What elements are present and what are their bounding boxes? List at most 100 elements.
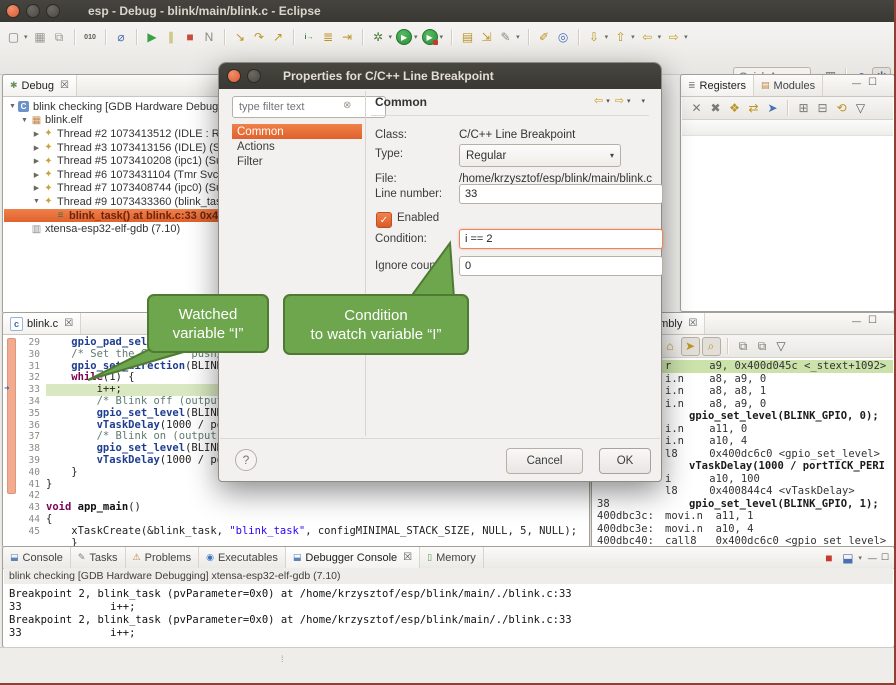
condition-input[interactable] — [459, 229, 663, 249]
dialog-close-button[interactable] — [227, 69, 241, 83]
line-number-input[interactable] — [459, 184, 663, 204]
tab-registers[interactable]: ≣Registers — [681, 75, 754, 96]
debug-dropdown-icon[interactable]: ▾ — [389, 33, 393, 41]
console-output[interactable]: Breakpoint 2, blink_task (pvParameter=0x… — [4, 584, 893, 646]
sync-active-context-icon[interactable]: ⌕ — [702, 337, 721, 356]
show-source-icon[interactable]: ⧉ — [735, 338, 752, 355]
last-edit-location-dropdown-icon[interactable]: ▾ — [605, 33, 609, 41]
display-selected-console-dropdown-icon[interactable]: ▾ — [858, 554, 862, 562]
dialog-sidebar-item-filter[interactable]: Filter — [232, 154, 362, 169]
view-menu-icon[interactable]: ▽ — [773, 338, 790, 355]
remove-register-icon[interactable]: ✕ — [688, 100, 705, 117]
expander-icon[interactable]: ▼ — [31, 198, 42, 205]
save-all-icon[interactable]: ⧉ — [51, 29, 68, 46]
debug-tree-item[interactable]: ▼✦Thread #9 1073433360 (blink_task — [4, 195, 228, 209]
code-line[interactable]: 43void app_main() — [16, 502, 588, 514]
console-minimize-icon[interactable]: — — [868, 553, 877, 563]
expander-icon[interactable]: ▶ — [31, 144, 42, 152]
forward-history-icon[interactable]: ⇨ — [665, 29, 682, 46]
suspend-icon[interactable]: ∥ — [163, 29, 180, 46]
expander-icon[interactable]: ▶ — [31, 130, 42, 138]
disassembly-row[interactable]: 38gpio_set_level(BLINK_GPIO, 1); — [593, 498, 893, 511]
debug-tree-item[interactable]: ▶✦Thread #6 1073431104 (Tmr Svc) (S — [4, 168, 228, 182]
terminate-icon[interactable]: ■ — [182, 29, 199, 46]
dialog-titlebar[interactable]: Properties for C/C++ Line Breakpoint — [219, 63, 661, 89]
ok-button[interactable]: OK — [599, 448, 651, 474]
external-tools-dropdown-icon[interactable]: ▾ — [440, 33, 444, 41]
type-dropdown[interactable]: Regular ▾ — [459, 144, 621, 167]
back-history-icon[interactable]: ⇦ — [639, 29, 656, 46]
debug-tree-item[interactable]: ▼▦blink.elf — [4, 114, 228, 128]
restore-defaults-icon[interactable]: ⟲ — [833, 100, 850, 117]
run-dropdown-icon[interactable]: ▾ — [414, 33, 418, 41]
annotation-icon[interactable]: ◎ — [555, 29, 572, 46]
tab-console[interactable]: ⬓Console — [3, 547, 71, 568]
console-maximize-icon[interactable]: ☐ — [881, 552, 889, 563]
new-wizard-dropdown-icon[interactable]: ▾ — [24, 33, 28, 41]
remove-all-registers-icon[interactable]: ✖ — [707, 100, 724, 117]
disconnect-icon[interactable]: N — [201, 29, 218, 46]
edit-dropdown-icon[interactable]: ▾ — [516, 33, 520, 41]
step-into-icon[interactable]: ↘ — [232, 29, 249, 46]
disassembly-row[interactable]: 400dbc3c:movi.n a11, 1 — [593, 510, 893, 523]
expander-icon[interactable]: ▼ — [19, 117, 30, 124]
expander-icon[interactable]: ▶ — [31, 171, 42, 179]
tab-problems[interactable]: ⚠Problems — [126, 547, 200, 568]
mark-occurrences-icon[interactable]: ✐ — [536, 29, 553, 46]
tab-memory[interactable]: ▯Memory — [420, 547, 484, 568]
debug-tree-item[interactable]: ▶✦Thread #5 1073410208 (ipc1) (Susp — [4, 154, 228, 168]
step-over-icon[interactable]: ↷ — [251, 29, 268, 46]
dialog-sidebar-item-actions[interactable]: Actions — [232, 139, 362, 154]
tab-close-icon[interactable]: ☒ — [688, 318, 697, 329]
open-folder-icon[interactable]: ▤ — [459, 29, 476, 46]
dialog-maximize-button[interactable] — [247, 69, 261, 83]
show-symbols-icon[interactable]: ⧉ — [754, 338, 771, 355]
window-minimize-button[interactable] — [26, 4, 40, 18]
forward-history-dropdown-icon[interactable]: ▾ — [684, 33, 688, 41]
tab-executables[interactable]: ◉Executables — [199, 547, 286, 568]
skip-all-breakpoints-icon[interactable]: ⌀ — [113, 29, 130, 46]
tab-debugger-console[interactable]: ⬓Debugger Console☒ — [286, 547, 420, 568]
last-edit-location-icon[interactable]: ⇩ — [586, 29, 603, 46]
tab-blink-c[interactable]: cblink.c☒ — [3, 313, 81, 334]
save-icon[interactable]: ▦ — [32, 29, 49, 46]
back-icon[interactable]: ⇦ — [594, 94, 603, 107]
view-menu-icon[interactable]: ▾ — [641, 97, 645, 105]
track-expression-icon[interactable]: ➤ — [681, 337, 700, 356]
run-icon[interactable]: ▶ — [396, 29, 412, 45]
add-register-group-icon[interactable]: ⇄ — [745, 100, 762, 117]
tab-tasks[interactable]: ✎Tasks — [71, 547, 126, 568]
tab-close-icon[interactable]: ☒ — [403, 552, 412, 563]
pin-view-icon[interactable]: ➤ — [764, 100, 781, 117]
tab-debug[interactable]: ✱Debug☒ — [3, 75, 77, 96]
disassembly-minimize-icon[interactable]: — — [852, 316, 861, 326]
registers-maximize-icon[interactable]: ☐ — [868, 77, 877, 88]
debug-tree-item[interactable]: ▥xtensa-esp32-elf-gdb (7.10) — [4, 222, 228, 236]
display-selected-console-icon[interactable]: ⬓ — [839, 549, 856, 566]
external-tools-icon[interactable]: ▶ — [422, 29, 438, 45]
disassembly-maximize-icon[interactable]: ☐ — [868, 315, 877, 326]
forward-icon[interactable]: ⇨ — [615, 94, 624, 107]
step-filters-icon[interactable]: ⇥ — [339, 29, 356, 46]
filter-input[interactable] — [232, 96, 386, 118]
debug-tree-item[interactable]: ≡blink_task() at blink.c:33 0x400db — [4, 209, 228, 223]
window-titlebar[interactable]: esp - Debug - blink/main/blink.c - Eclip… — [0, 0, 896, 22]
debug-tree-item[interactable]: ▶✦Thread #3 1073413156 (IDLE) (Susp — [4, 141, 228, 155]
registers-minimize-icon[interactable]: — — [852, 78, 861, 88]
back-history-dropdown-icon[interactable]: ▾ — [658, 33, 662, 41]
window-close-button[interactable] — [6, 4, 20, 18]
cancel-button[interactable]: Cancel — [506, 448, 583, 474]
help-button[interactable]: ? — [235, 449, 257, 471]
resume-icon[interactable]: ▶ — [144, 29, 161, 46]
clear-filter-icon[interactable]: ⊗ — [343, 100, 351, 111]
debug-tree-item[interactable]: ▶✦Thread #7 1073408744 (ipc0) (Susp — [4, 182, 228, 196]
disassembly-row[interactable]: 400dbc40:call8 0x400dc6c0 <gpio_set_leve… — [593, 535, 893, 546]
debug-icon[interactable]: ✲ — [370, 29, 387, 46]
expander-icon[interactable]: ▶ — [31, 184, 42, 192]
tab-close-icon[interactable]: ☒ — [60, 80, 69, 91]
view-menu-icon[interactable]: ▽ — [852, 100, 869, 117]
step-return-icon[interactable]: ↗ — [270, 29, 287, 46]
enabled-checkbox[interactable]: ✓ — [376, 212, 392, 228]
home-icon[interactable]: ⌂ — [662, 338, 679, 355]
registers-table[interactable] — [682, 120, 893, 310]
